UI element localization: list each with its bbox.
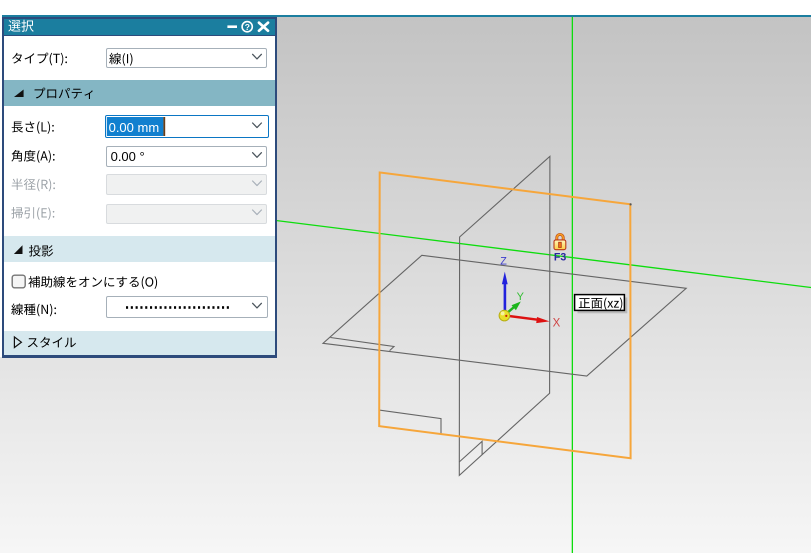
svg-text:0.00 mm: 0.00 mm: [109, 120, 160, 135]
svg-text:0.00 °: 0.00 °: [111, 149, 145, 164]
svg-text:?: ?: [245, 22, 250, 32]
